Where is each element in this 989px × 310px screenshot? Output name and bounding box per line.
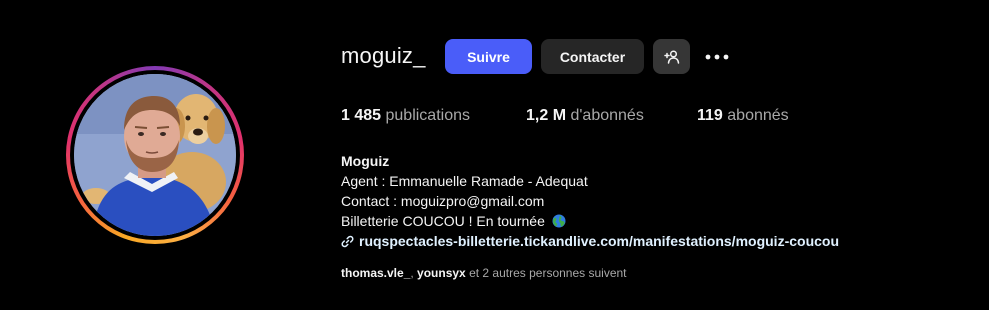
following-count[interactable]: 119 abonnés	[697, 107, 789, 125]
bio-line-tour-text: Billetterie COUCOU ! En tournée	[341, 213, 545, 229]
posts-count-value: 1 485	[341, 107, 382, 124]
contact-button[interactable]: Contacter	[541, 39, 644, 74]
following-count-label: abonnés	[727, 107, 789, 124]
posts-count: 1 485 publications	[341, 107, 470, 125]
followers-count[interactable]: 1,2 M d'abonnés	[526, 107, 644, 125]
avatar-border	[70, 70, 240, 240]
followed-by-user-2[interactable]: younsyx	[417, 266, 466, 280]
following-count-value: 119	[697, 107, 723, 124]
profile-photo	[74, 74, 236, 236]
story-ring[interactable]	[66, 66, 244, 244]
followers-count-label: d'abonnés	[570, 107, 644, 124]
external-link-text[interactable]: ruqspectacles-billetterie.tickandlive.co…	[359, 231, 839, 251]
more-options-button[interactable]	[700, 39, 734, 74]
external-link[interactable]: ruqspectacles-billetterie.tickandlive.co…	[341, 231, 839, 251]
bio-line-agent: Agent : Emmanuelle Ramade - Adequat	[341, 173, 588, 189]
followed-by[interactable]: thomas.vle_, younsyx et 2 autres personn…	[341, 266, 627, 280]
bio-line-contact: Contact : moguizpro@gmail.com	[341, 193, 545, 209]
suggested-accounts-button[interactable]	[653, 39, 690, 74]
followed-by-suffix: et 2 autres personnes suivent	[465, 266, 627, 280]
more-horizontal-icon	[705, 54, 729, 59]
link-icon	[341, 235, 354, 247]
followers-count-value: 1,2 M	[526, 107, 567, 124]
person-add-icon	[663, 49, 679, 64]
profile-header: moguiz_ Suivre Contacter 1 485 publicati…	[0, 0, 989, 310]
avatar[interactable]	[74, 74, 236, 236]
follow-button[interactable]: Suivre	[445, 39, 532, 74]
bio-line-tour: Billetterie COUCOU ! En tournée	[341, 211, 839, 231]
username: moguiz_	[341, 43, 426, 68]
display-name: Moguiz	[341, 153, 390, 169]
bio: Moguiz Agent : Emmanuelle Ramade - Adequ…	[341, 151, 839, 251]
followed-by-user-1[interactable]: thomas.vle_	[341, 266, 410, 280]
globe-icon	[552, 214, 566, 228]
posts-count-label: publications	[385, 107, 471, 124]
